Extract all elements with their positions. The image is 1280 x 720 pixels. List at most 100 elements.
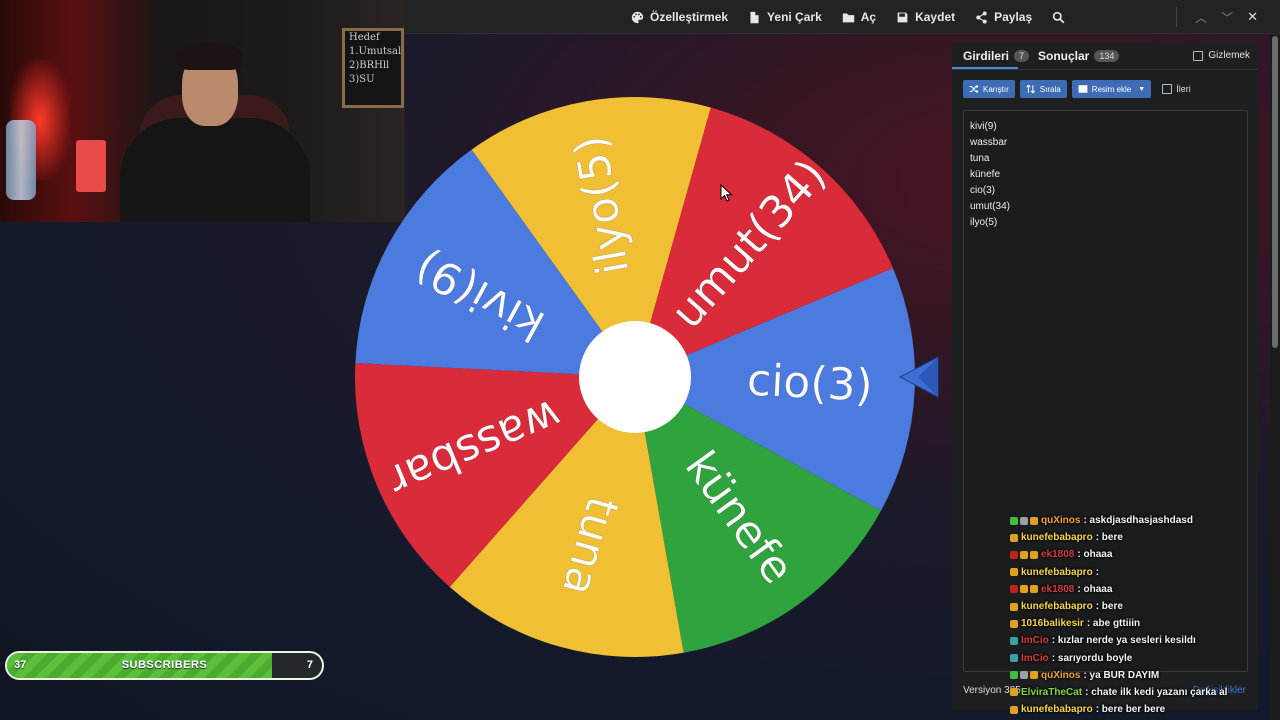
chat-message: kunefebabapro: bere xyxy=(1010,598,1260,615)
chat-username: kunefebabapro xyxy=(1021,566,1093,578)
chat-text: : bere ber bere xyxy=(1095,704,1166,716)
subscriber-label: SUBSCRIBERS xyxy=(121,659,208,671)
add-image-button[interactable]: Resim ekle ▼ xyxy=(1071,80,1152,98)
entry-line: cio(3) xyxy=(970,185,996,196)
chat-username: ek1808 xyxy=(1041,583,1075,595)
badge-icon xyxy=(1030,516,1038,525)
chat-username: ek1808 xyxy=(1041,549,1075,561)
chat-message: ek1808: ohaaa xyxy=(1010,581,1260,598)
tab-entries-label: Girdileri xyxy=(963,49,1010,63)
customize-button[interactable]: Özelleştirmek xyxy=(631,10,728,24)
chat-badges xyxy=(1010,602,1018,611)
shuffle-icon xyxy=(969,84,979,94)
spin-wheel[interactable]: ilyo(5) umut(34) cio(3) künefe tuna wassbar ki… xyxy=(350,92,920,662)
wheel-center-hub[interactable] xyxy=(579,321,691,433)
chat-badges xyxy=(1010,688,1018,697)
panel-tabs: Girdileri 7 Sonuçlar 134 Gizlemek xyxy=(952,42,1258,70)
badge-icon xyxy=(1010,602,1018,611)
badge-icon xyxy=(1020,585,1028,594)
entry-line: wassbar xyxy=(970,137,1008,148)
open-label: Aç xyxy=(860,10,877,24)
badge-icon xyxy=(1020,550,1028,559)
hide-checkbox[interactable]: Gizlemek xyxy=(1193,50,1250,61)
chat-text: : abe gttiiin xyxy=(1086,618,1141,630)
chat-username: quXinos xyxy=(1041,669,1081,681)
water-bottle xyxy=(6,120,36,200)
shuffle-label: Karıştır xyxy=(983,84,1009,94)
folder-icon xyxy=(842,12,854,22)
sort-label: Sırala xyxy=(1039,84,1061,94)
search-icon xyxy=(1052,11,1065,23)
save-button[interactable]: Kaydet xyxy=(896,10,955,24)
entry-line: tuna xyxy=(970,153,990,164)
subscriber-remaining: 7 xyxy=(306,659,313,671)
chat-badges xyxy=(1010,533,1018,542)
subscriber-goal-bar: 37 SUBSCRIBERS 7 xyxy=(5,651,324,680)
chat-text: : ya BUR DAYIM xyxy=(1083,669,1160,681)
toolbar-separator xyxy=(1176,7,1178,27)
share-button[interactable]: Paylaş xyxy=(975,10,1032,24)
share-label: Paylaş xyxy=(994,10,1033,24)
badge-icon xyxy=(1030,671,1038,680)
advanced-checkbox[interactable]: İleri xyxy=(1162,84,1191,94)
tab-entries[interactable]: Girdileri 7 xyxy=(963,49,1030,63)
chat-username: kunefebabapro xyxy=(1021,704,1093,716)
entries-actions: Karıştır Sırala Resim ekle ▼ İleri xyxy=(963,80,1191,98)
entry-line: ilyo(5) xyxy=(970,217,998,228)
shuffle-button[interactable]: Karıştır xyxy=(963,80,1015,98)
chat-message: kunefebabapro: xyxy=(1010,564,1260,581)
chevron-up-icon[interactable]: ︿ xyxy=(1195,9,1207,26)
chat-badges xyxy=(1010,568,1018,577)
save-icon xyxy=(897,12,908,22)
search-button[interactable] xyxy=(1052,11,1065,24)
chat-message: ek1808: ohaaa xyxy=(1010,546,1260,563)
chat-text: : ohaaa xyxy=(1077,549,1113,561)
new-wheel-label: Yeni Çark xyxy=(767,10,822,24)
chat-badges xyxy=(1010,705,1018,714)
chat-username: ImCio xyxy=(1021,652,1049,664)
board-line: Hedef xyxy=(349,32,380,43)
badge-icon xyxy=(1010,516,1018,525)
chat-message: quXinos: askdjasdhasjashdasd xyxy=(1010,512,1260,529)
image-icon xyxy=(1078,85,1088,93)
sort-button[interactable]: Sırala xyxy=(1019,80,1067,98)
chat-message: ElviraTheCat: chate ilk kedi yazanı çark… xyxy=(1010,684,1260,701)
chat-message: quXinos: ya BUR DAYIM xyxy=(1010,667,1260,684)
streamer-hair xyxy=(178,42,242,70)
chat-username: ImCio xyxy=(1021,635,1049,647)
board-line: 1.Umutsal xyxy=(349,46,402,57)
tab-results[interactable]: Sonuçlar 134 xyxy=(1038,49,1120,63)
chat-badges xyxy=(1010,550,1038,559)
active-tab-indicator xyxy=(952,67,1018,69)
new-wheel-button[interactable]: Yeni Çark xyxy=(748,10,822,24)
entry-line: kivi(9) xyxy=(970,121,997,132)
chat-overlay: quXinos: askdjasdhasjashdasd kunefebabapr… xyxy=(1010,512,1260,718)
palette-icon xyxy=(631,11,644,23)
webcam-overlay: Hedef 1.Umutsal 2)BRHll 3)SU xyxy=(0,0,405,222)
chevron-down-icon[interactable]: ﹀ xyxy=(1221,9,1233,26)
chat-text: : kızlar nerde ya sesleri kesildı xyxy=(1051,635,1196,647)
wheel-pointer-icon xyxy=(898,356,939,398)
wheel-segment-label: cio(3) xyxy=(746,355,874,412)
close-icon[interactable]: ✕ xyxy=(1247,9,1258,25)
checkbox-icon[interactable] xyxy=(1193,50,1204,61)
file-icon xyxy=(750,11,759,23)
wheel-graphic[interactable]: ilyo(5) umut(34)cio(3)künefetunawassbarki… xyxy=(350,92,920,662)
open-button[interactable]: Aç xyxy=(842,10,876,24)
share-icon xyxy=(976,10,987,24)
badge-icon xyxy=(1010,705,1018,714)
badge-icon xyxy=(1030,585,1038,594)
badge-icon xyxy=(1010,550,1018,559)
badge-icon xyxy=(1010,671,1018,680)
chat-badges xyxy=(1010,619,1018,628)
chat-username: ElviraTheCat xyxy=(1021,686,1083,698)
chat-text: : chate ilk kedi yazanı çarka al xyxy=(1085,686,1228,698)
board-line: 2)BRHll xyxy=(349,60,390,71)
chat-text: : askdjasdhasjashdasd xyxy=(1083,515,1193,527)
badge-icon xyxy=(1020,516,1028,525)
chat-message: 1016balikesir: abe gttiiin xyxy=(1010,615,1260,632)
checkbox-icon[interactable] xyxy=(1162,84,1173,94)
chat-message: ImCio: kızlar nerde ya sesleri kesildı xyxy=(1010,632,1260,649)
scrollbar-thumb[interactable] xyxy=(1272,36,1278,348)
chat-text: : ohaaa xyxy=(1077,583,1113,595)
